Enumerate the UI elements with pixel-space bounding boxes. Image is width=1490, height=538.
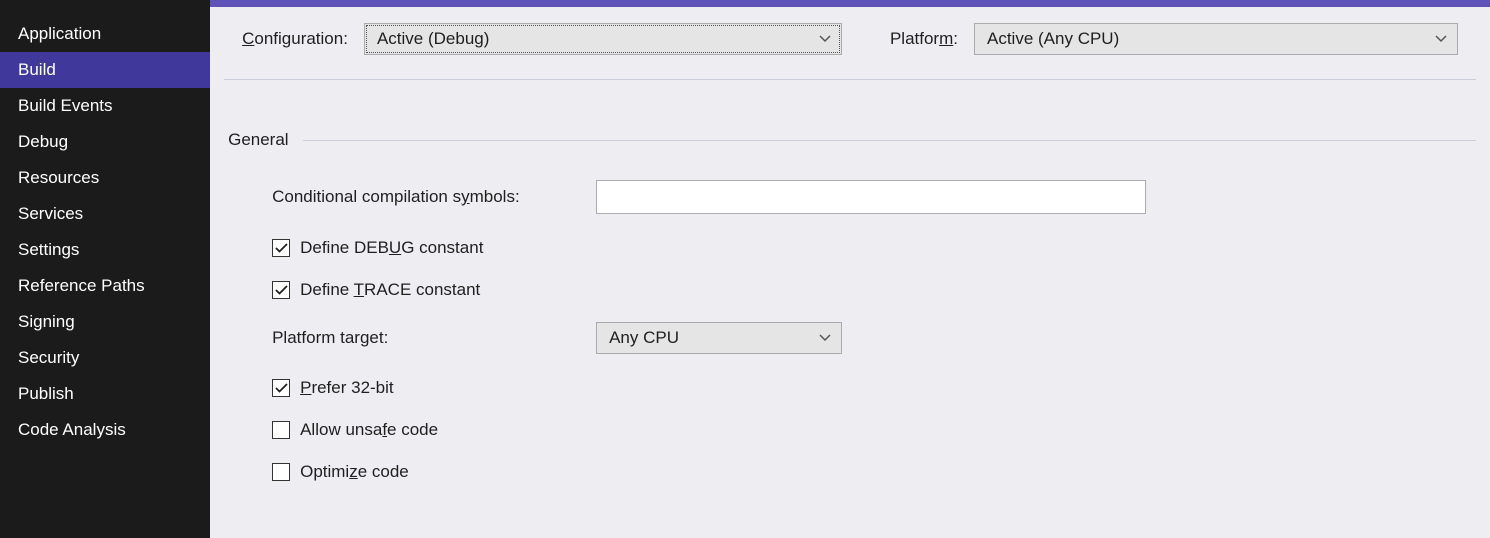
platform-target-label: Platform target: xyxy=(272,328,596,348)
sidebar-item-services[interactable]: Services xyxy=(0,196,210,232)
section-header: General xyxy=(228,130,1476,150)
symbols-input[interactable] xyxy=(596,180,1146,214)
chevron-down-icon xyxy=(1435,35,1447,43)
checkmark-icon xyxy=(275,243,288,253)
sidebar-item-settings[interactable]: Settings xyxy=(0,232,210,268)
platform-label: Platform: xyxy=(890,29,958,49)
configuration-dropdown[interactable]: Active (Debug) xyxy=(364,23,842,55)
checkmark-icon xyxy=(275,285,288,295)
section-title: General xyxy=(228,130,302,150)
platform-value: Active (Any CPU) xyxy=(987,29,1119,49)
define-trace-row: Define TRACE constant xyxy=(272,280,1490,300)
section-divider xyxy=(303,140,1476,141)
sidebar-item-code-analysis[interactable]: Code Analysis xyxy=(0,412,210,448)
chevron-down-icon xyxy=(819,334,831,342)
sidebar-item-signing[interactable]: Signing xyxy=(0,304,210,340)
prefer-32bit-row: Prefer 32-bit xyxy=(272,378,1490,398)
form-area: Conditional compilation symbols: Define … xyxy=(210,180,1490,482)
optimize-label[interactable]: Optimize code xyxy=(300,462,409,482)
prefer-32bit-checkbox[interactable] xyxy=(272,379,290,397)
allow-unsafe-label[interactable]: Allow unsafe code xyxy=(300,420,438,440)
allow-unsafe-row: Allow unsafe code xyxy=(272,420,1490,440)
define-debug-label[interactable]: Define DEBUG constant xyxy=(300,238,483,258)
sidebar-item-publish[interactable]: Publish xyxy=(0,376,210,412)
define-trace-checkbox[interactable] xyxy=(272,281,290,299)
optimize-row: Optimize code xyxy=(272,462,1490,482)
chevron-down-icon xyxy=(819,35,831,43)
platform-dropdown[interactable]: Active (Any CPU) xyxy=(974,23,1458,55)
platform-target-row: Platform target: Any CPU xyxy=(272,322,1490,354)
sidebar-item-build-events[interactable]: Build Events xyxy=(0,88,210,124)
content-panel: Configuration: Active (Debug) Platform: … xyxy=(210,0,1490,538)
define-debug-row: Define DEBUG constant xyxy=(272,238,1490,258)
prefer-32bit-label[interactable]: Prefer 32-bit xyxy=(300,378,394,398)
configuration-label: Configuration: xyxy=(242,29,348,49)
sidebar-item-reference-paths[interactable]: Reference Paths xyxy=(0,268,210,304)
config-bar: Configuration: Active (Debug) Platform: … xyxy=(224,7,1476,80)
accent-bar xyxy=(210,0,1490,7)
sidebar-item-debug[interactable]: Debug xyxy=(0,124,210,160)
allow-unsafe-checkbox[interactable] xyxy=(272,421,290,439)
symbols-row: Conditional compilation symbols: xyxy=(272,180,1490,214)
platform-target-value: Any CPU xyxy=(609,328,679,348)
define-trace-label[interactable]: Define TRACE constant xyxy=(300,280,480,300)
checkmark-icon xyxy=(275,383,288,393)
optimize-checkbox[interactable] xyxy=(272,463,290,481)
sidebar: Application Build Build Events Debug Res… xyxy=(0,0,210,538)
sidebar-item-security[interactable]: Security xyxy=(0,340,210,376)
define-debug-checkbox[interactable] xyxy=(272,239,290,257)
sidebar-item-application[interactable]: Application xyxy=(0,16,210,52)
sidebar-item-resources[interactable]: Resources xyxy=(0,160,210,196)
symbols-label: Conditional compilation symbols: xyxy=(272,187,596,207)
sidebar-item-build[interactable]: Build xyxy=(0,52,210,88)
platform-target-dropdown[interactable]: Any CPU xyxy=(596,322,842,354)
configuration-value: Active (Debug) xyxy=(377,29,489,49)
